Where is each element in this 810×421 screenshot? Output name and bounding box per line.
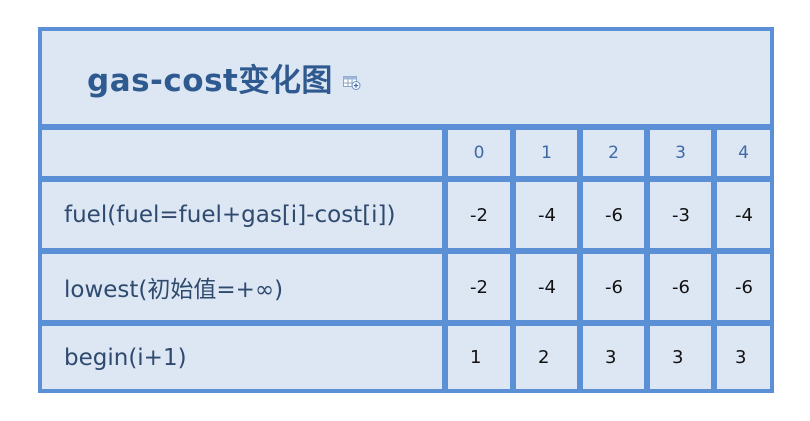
cell-begin-3: 3 xyxy=(650,326,711,389)
row-label-lowest: lowest(初始值=+∞) xyxy=(42,254,442,320)
gas-cost-table: gas-cost变化图 0 1 2 3 4 fuel(fuel=fuel+gas… xyxy=(38,27,774,393)
cell-begin-2: 3 xyxy=(583,326,644,389)
table-add-icon[interactable] xyxy=(342,75,361,90)
cell-begin-0: 1 xyxy=(448,326,510,389)
cell-fuel-3: -3 xyxy=(650,182,711,248)
cell-lowest-3: -6 xyxy=(650,254,711,320)
cell-lowest-0: -2 xyxy=(448,254,510,320)
cell-begin-4: 3 xyxy=(717,326,770,389)
cell-fuel-4: -4 xyxy=(717,182,770,248)
cell-fuel-2: -6 xyxy=(583,182,644,248)
cell-lowest-2: -6 xyxy=(583,254,644,320)
cell-begin-1: 2 xyxy=(516,326,577,389)
row-label-fuel: fuel(fuel=fuel+gas[i]-cost[i]) xyxy=(42,182,442,248)
cell-lowest-4: -6 xyxy=(717,254,770,320)
cell-fuel-0: -2 xyxy=(448,182,510,248)
table-title-cell: gas-cost变化图 xyxy=(42,31,770,124)
row-label-begin: begin(i+1) xyxy=(42,326,442,389)
cell-lowest-1: -4 xyxy=(516,254,577,320)
column-header-3: 3 xyxy=(650,130,711,176)
table-title: gas-cost变化图 xyxy=(87,63,333,99)
column-header-4: 4 xyxy=(717,130,770,176)
cell-fuel-1: -4 xyxy=(516,182,577,248)
column-header-0: 0 xyxy=(448,130,510,176)
column-header-1: 1 xyxy=(516,130,577,176)
header-empty-cell xyxy=(42,130,442,176)
column-header-2: 2 xyxy=(583,130,644,176)
